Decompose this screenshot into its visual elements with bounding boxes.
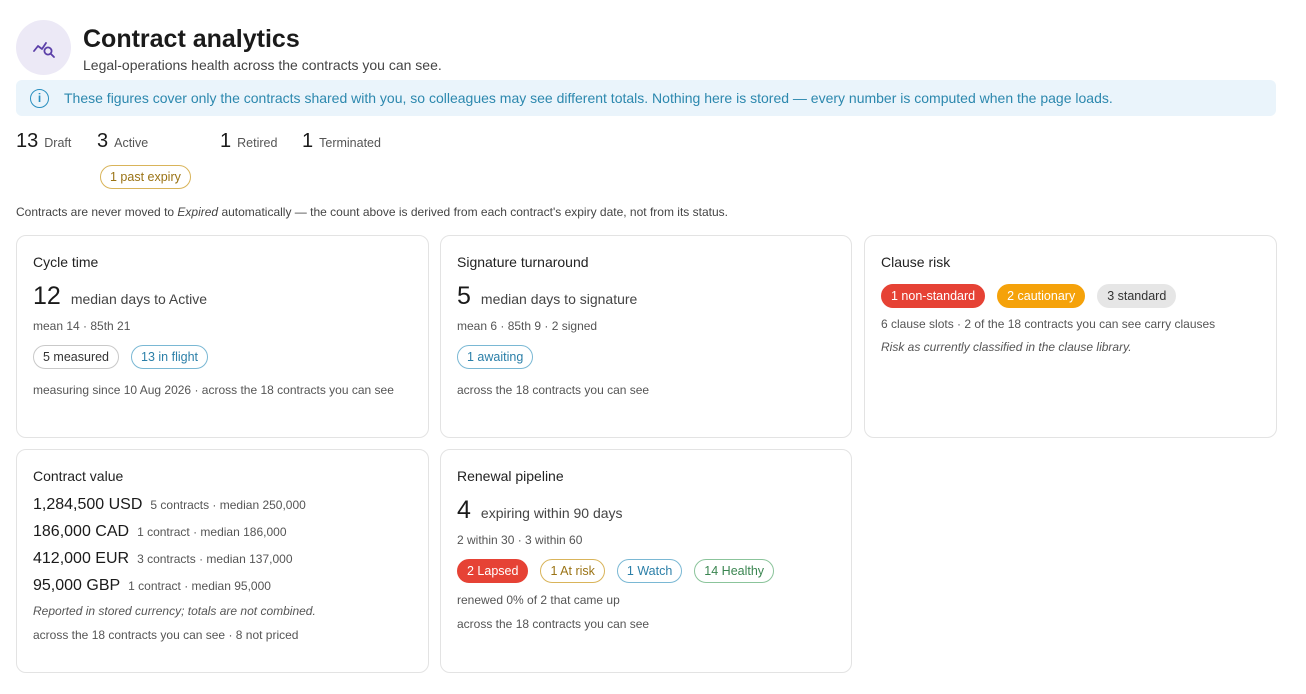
cautionary-badge[interactable]: 2 cautionary <box>997 284 1086 308</box>
status-count-value: 3 <box>97 130 109 152</box>
status-count-value: 13 <box>16 130 39 152</box>
status-count-terminated: 1 Terminated <box>302 130 381 153</box>
clause-meta: 6 clause slots · 2 of the 18 contracts y… <box>881 317 1216 331</box>
awaiting-badge[interactable]: 1 awaiting <box>457 345 534 369</box>
past-expiry-badge[interactable]: 1 past expiry <box>100 165 191 189</box>
page-header: Contract analytics Legal-operations heal… <box>16 20 442 75</box>
expiry-note: Contracts are never moved to Expired aut… <box>16 205 728 219</box>
metric-meta: 2 within 30 · 3 within 60 <box>457 533 583 547</box>
measured-badge[interactable]: 5 measured <box>33 345 120 369</box>
currency-detail: 3 contracts · median 137,000 <box>137 552 293 566</box>
metric-value: 5 <box>457 282 471 310</box>
in-flight-badge[interactable]: 13 in flight <box>131 345 208 369</box>
currency-row-eur: 412,000 EUR 3 contracts · median 137,000 <box>33 550 412 568</box>
cycle-time-card: Cycle time 12 median days to Active mean… <box>16 235 429 438</box>
status-count-value: 1 <box>302 130 314 152</box>
metric-meta: mean 14 · 85th 21 <box>33 319 131 333</box>
renewal-pipeline-card: Renewal pipeline 4 expiring within 90 da… <box>440 449 852 673</box>
page-title: Contract analytics <box>83 24 300 53</box>
currency-amount: 186,000 CAD <box>33 523 130 540</box>
non-standard-badge[interactable]: 1 non-standard <box>881 284 986 308</box>
metric-label: median days to Active <box>70 291 207 307</box>
card-footer: across the 18 contracts you can see · 8 … <box>33 628 299 642</box>
card-title: Contract value <box>33 468 124 484</box>
status-count-label: Terminated <box>319 136 381 150</box>
currency-row-cad: 186,000 CAD 1 contract · median 186,000 <box>33 523 412 541</box>
at-risk-badge[interactable]: 1 At risk <box>540 559 605 583</box>
card-title: Signature turnaround <box>457 254 589 270</box>
info-icon: i <box>30 88 49 108</box>
status-count-active: 3 Active <box>97 130 148 153</box>
clause-risk-card: Clause risk 1 non-standard 2 cautionary … <box>864 235 1277 438</box>
page-subtitle: Legal-operations health across the contr… <box>83 56 442 73</box>
analytics-logo-icon <box>16 20 71 75</box>
status-count-retired: 1 Retired <box>220 130 277 153</box>
card-footer: across the 18 contracts you can see <box>457 617 650 631</box>
info-banner-text: These figures cover only the contracts s… <box>64 90 1113 106</box>
status-count-label: Draft <box>44 136 72 150</box>
currency-detail: 5 contracts · median 250,000 <box>150 498 306 512</box>
currency-row-usd: 1,284,500 USD 5 contracts · median 250,0… <box>33 496 412 514</box>
status-count-label: Active <box>114 136 149 150</box>
renewal-rate: renewed 0% of 2 that came up <box>457 593 620 607</box>
currency-detail: 1 contract · median 186,000 <box>137 525 287 539</box>
currency-note: Reported in stored currency; totals are … <box>33 604 316 618</box>
currency-row-gbp: 95,000 GBP 1 contract · median 95,000 <box>33 577 412 595</box>
metric-value: 12 <box>33 282 61 310</box>
lapsed-badge[interactable]: 2 Lapsed <box>457 559 529 583</box>
currency-amount: 412,000 EUR <box>33 550 130 567</box>
card-footer: measuring since 10 Aug 2026 · across the… <box>33 383 394 397</box>
status-count-value: 1 <box>220 130 232 152</box>
currency-detail: 1 contract · median 95,000 <box>128 579 271 593</box>
contract-value-card: Contract value 1,284,500 USD 5 contracts… <box>16 449 429 673</box>
status-count-label: Retired <box>237 136 278 150</box>
signature-turnaround-card: Signature turnaround 5 median days to si… <box>440 235 852 438</box>
card-title: Renewal pipeline <box>457 468 564 484</box>
card-title: Cycle time <box>33 254 99 270</box>
metric-label: expiring within 90 days <box>480 505 623 521</box>
currency-amount: 1,284,500 USD <box>33 496 143 513</box>
metric-label: median days to signature <box>480 291 638 307</box>
standard-badge[interactable]: 3 standard <box>1097 284 1177 308</box>
metric-value: 4 <box>457 496 471 524</box>
card-footer: across the 18 contracts you can see <box>457 383 650 397</box>
watch-badge[interactable]: 1 Watch <box>616 559 683 583</box>
card-title: Clause risk <box>881 254 951 270</box>
currency-amount: 95,000 GBP <box>33 577 121 594</box>
status-count-draft: 13 Draft <box>16 130 71 153</box>
metric-meta: mean 6 · 85th 9 · 2 signed <box>457 319 598 333</box>
clause-note: Risk as currently classified in the clau… <box>881 340 1132 354</box>
info-banner: i These figures cover only the contracts… <box>16 80 1276 116</box>
healthy-badge[interactable]: 14 Healthy <box>694 559 775 583</box>
